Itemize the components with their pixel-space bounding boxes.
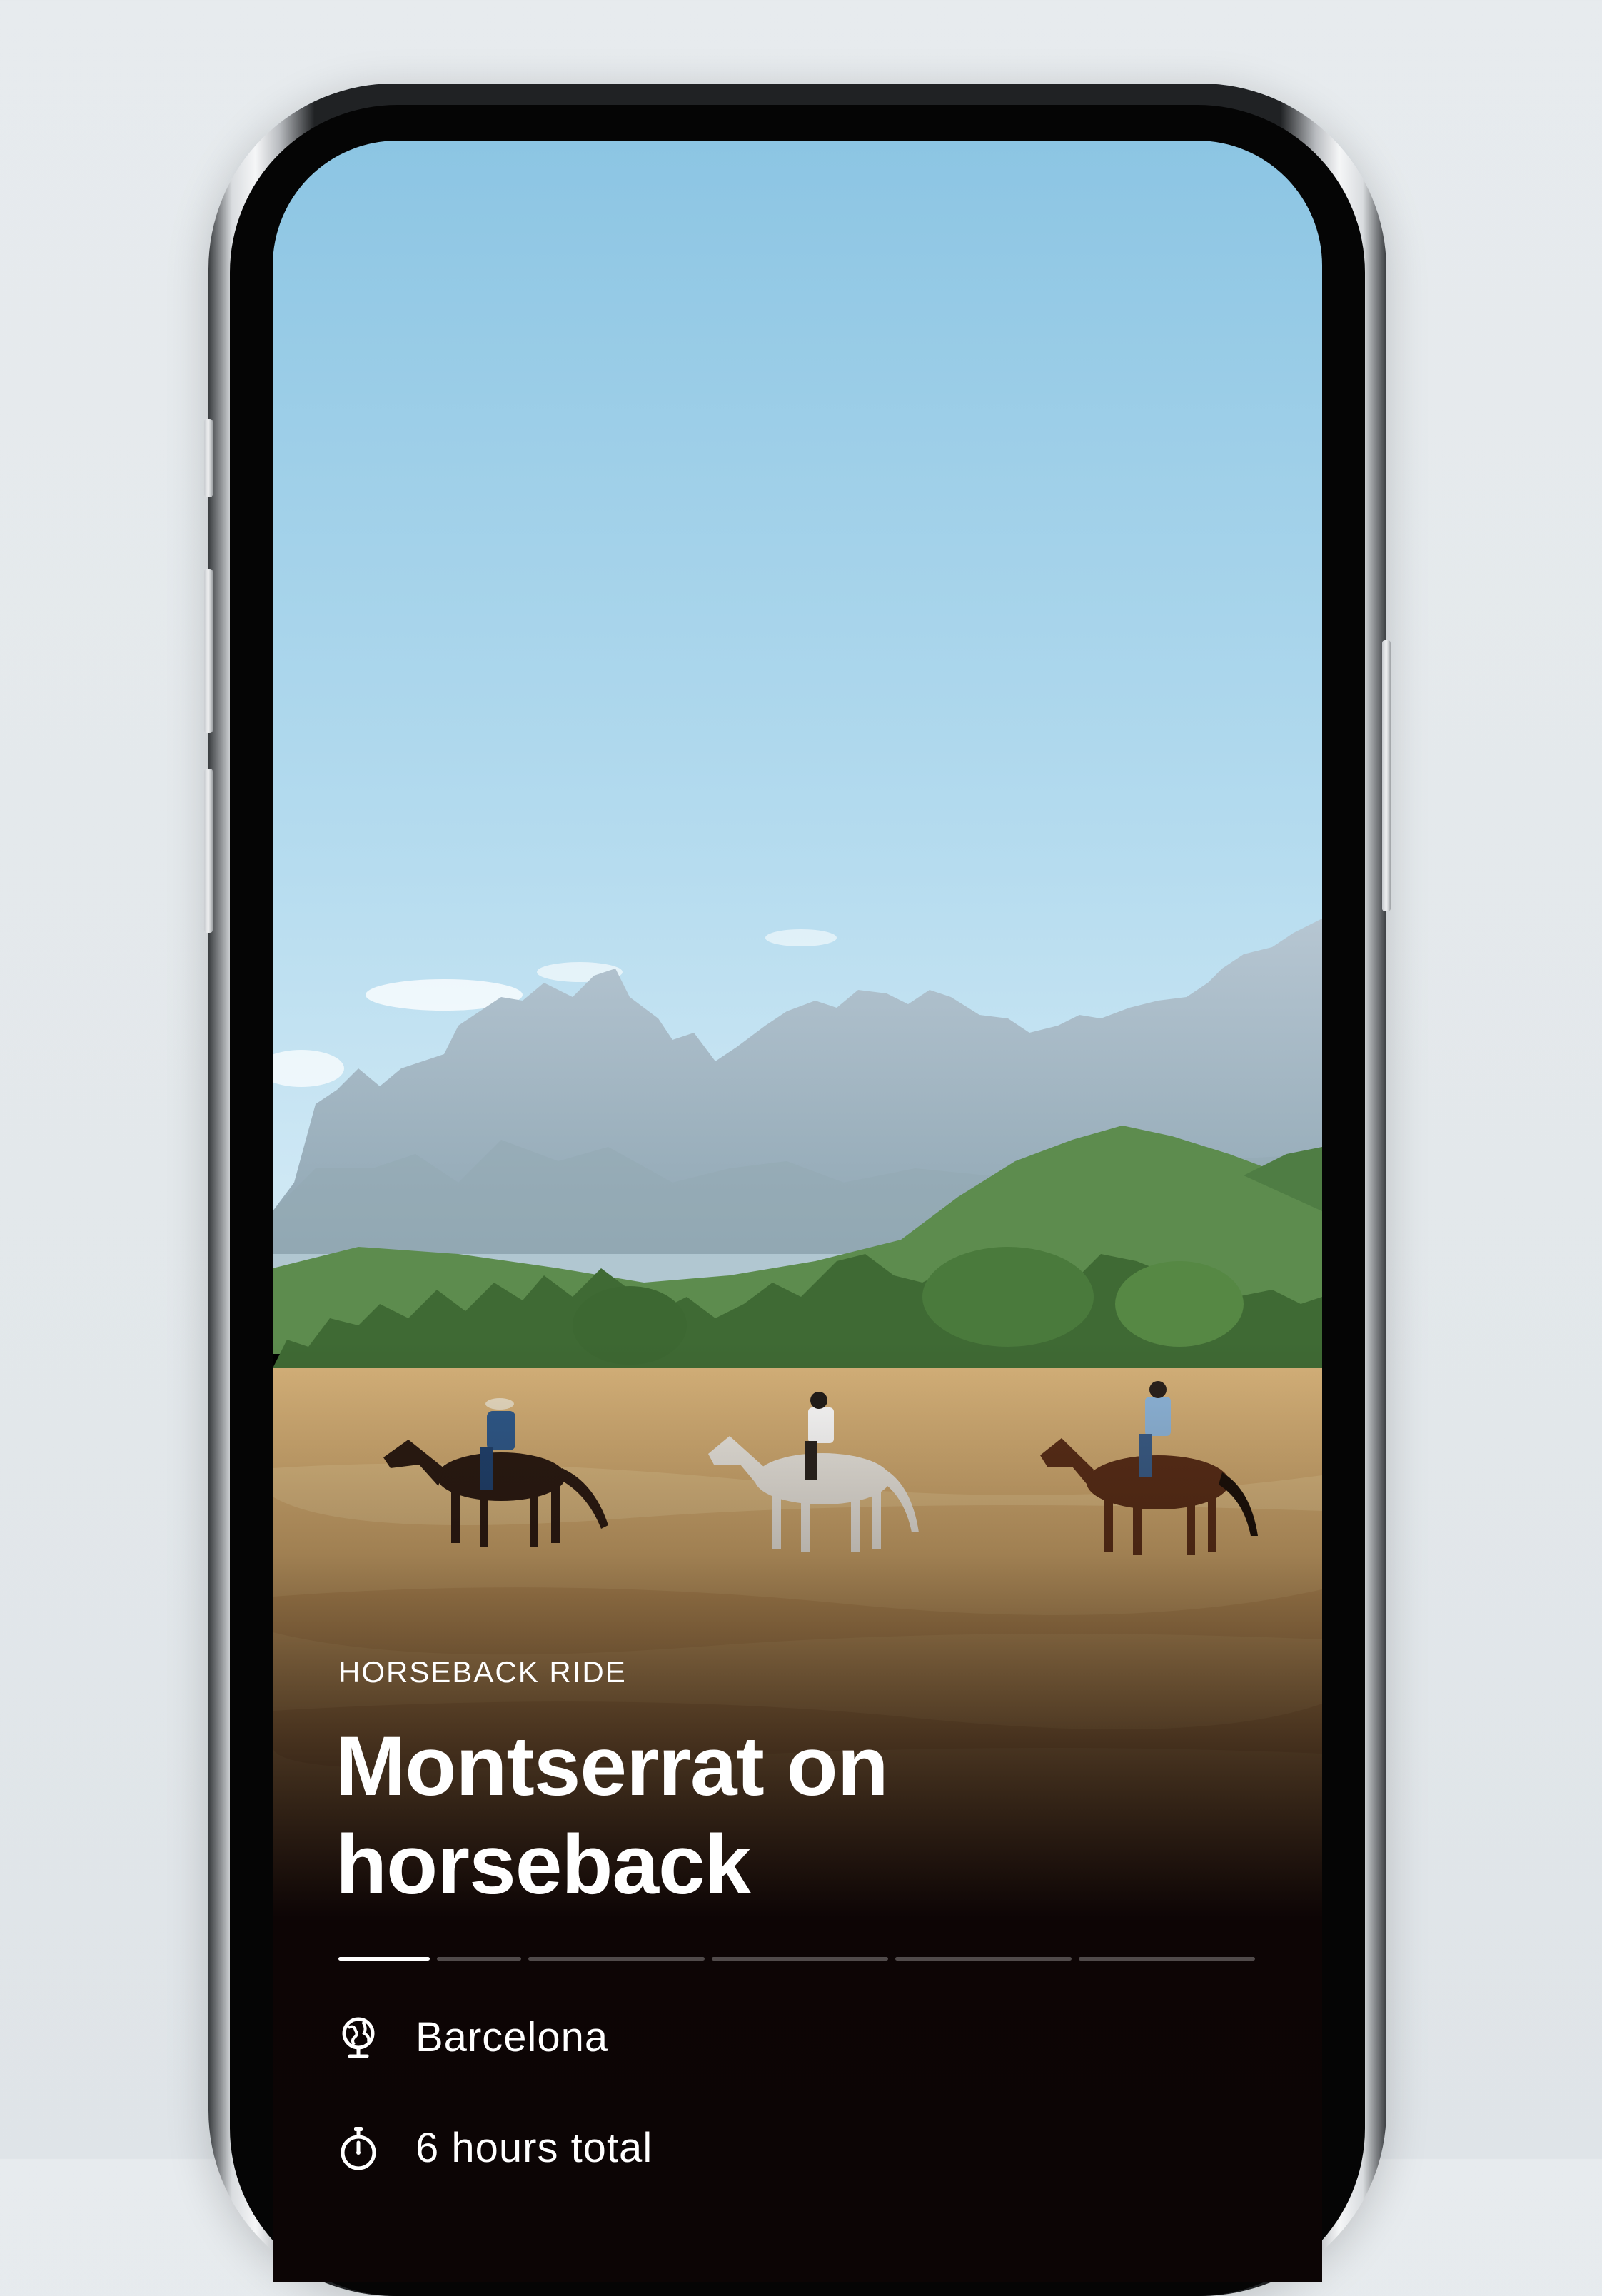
progress-segment [895,1957,1072,1961]
stopwatch-icon [338,2125,378,2171]
story-screen[interactable]: HORSEBACK RIDE Montserrat on horseback B… [273,141,1322,2282]
progress-segment [528,1957,705,1961]
location-row: Barcelona [338,2013,1266,2061]
mute-switch [204,419,213,497]
globe-icon [338,2015,378,2060]
duration-row: 6 hours total [338,2124,1266,2172]
progress-segment [1079,1957,1255,1961]
volume-up-button [204,569,213,733]
duration-text: 6 hours total [415,2125,653,2171]
phone-frame: HORSEBACK RIDE Montserrat on horseback B… [204,84,1391,2296]
power-button [1382,640,1391,911]
experience-title: Montserrat on horseback [336,1719,889,1912]
progress-segment [712,1957,888,1961]
progress-segment-active [338,1957,430,1961]
volume-down-button [204,769,213,933]
progress-segment [437,1957,521,1961]
story-info: HORSEBACK RIDE Montserrat on horseback B… [336,1655,1266,2172]
category-label: HORSEBACK RIDE [338,1655,627,1689]
location-text: Barcelona [415,2014,609,2060]
story-progress [338,1957,1255,1961]
